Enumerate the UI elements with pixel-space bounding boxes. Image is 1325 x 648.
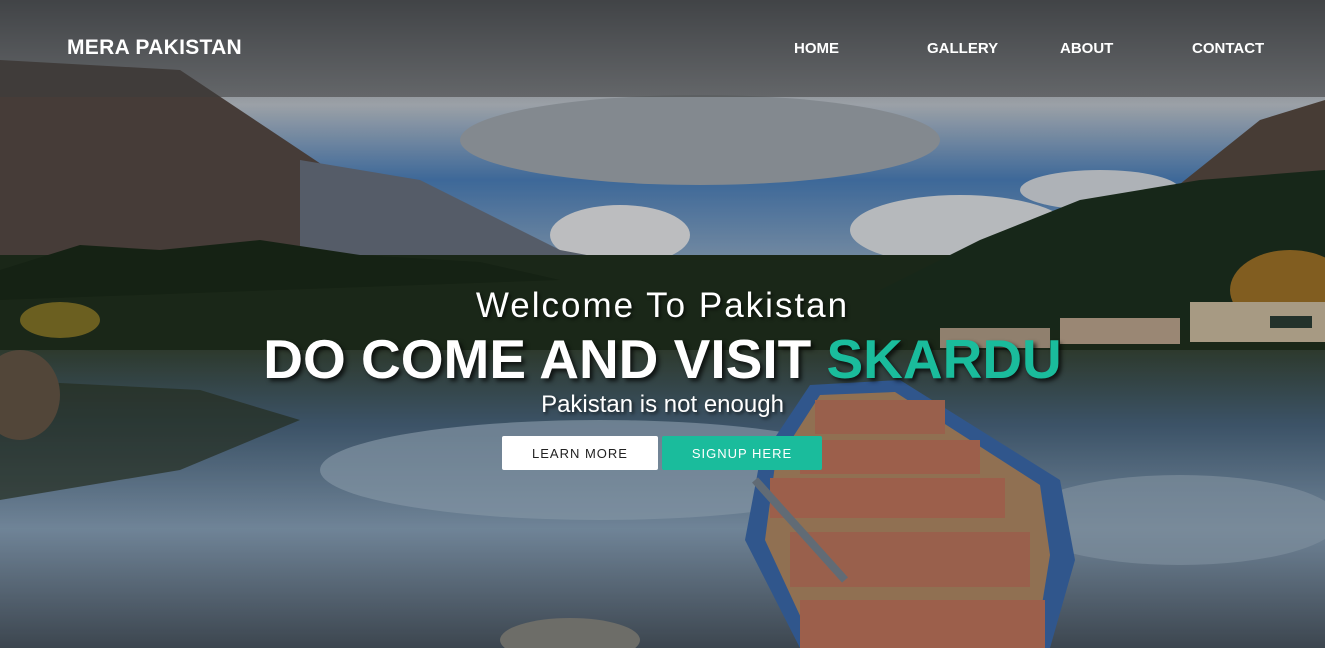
welcome-heading: Welcome To Pakistan — [475, 286, 850, 325]
nav-contact-link[interactable]: CONTACT — [1192, 40, 1264, 57]
headline-accent-text: SKARDU — [826, 328, 1062, 390]
nav-about-link[interactable]: ABOUT — [1060, 40, 1113, 57]
nav-gallery-link[interactable]: GALLERY — [927, 40, 998, 57]
hero-headline: DO COME AND VISIT SKARDU — [0, 328, 1325, 390]
signup-button[interactable]: SIGNUP HERE — [662, 436, 822, 470]
nav-home-link[interactable]: HOME — [794, 40, 839, 57]
headline-main-text: DO COME AND VISIT — [263, 328, 827, 390]
hero-section: MERA PAKISTAN HOME GALLERY ABOUT CONTACT… — [0, 0, 1325, 648]
brand-logo[interactable]: MERA PAKISTAN — [67, 36, 242, 60]
learn-more-button[interactable]: LEARN MORE — [502, 436, 658, 470]
hero-tagline: Pakistan is not enough — [541, 391, 784, 418]
top-navbar: MERA PAKISTAN HOME GALLERY ABOUT CONTACT — [0, 0, 1325, 97]
